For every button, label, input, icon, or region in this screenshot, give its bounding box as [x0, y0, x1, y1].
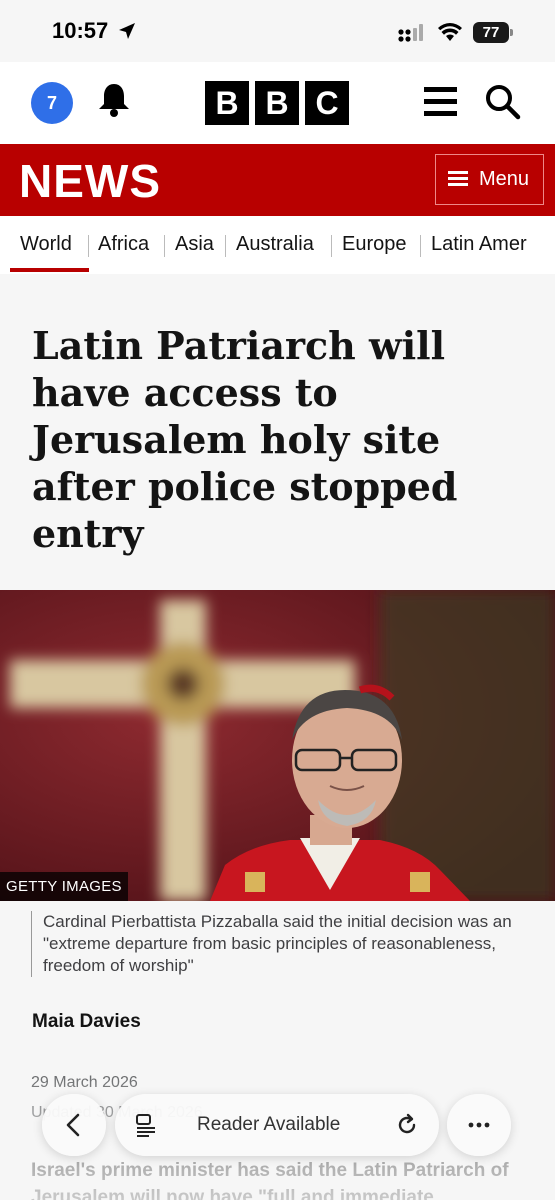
cellular-signal-icon — [398, 24, 423, 42]
nav-item-europe[interactable]: Europe — [342, 233, 407, 256]
wifi-icon — [438, 23, 462, 41]
news-logo[interactable]: NEWS — [19, 154, 161, 208]
ellipsis-icon — [468, 1122, 490, 1128]
more-options-button[interactable] — [447, 1094, 511, 1156]
article-hero-image — [0, 590, 555, 901]
battery-icon: 77 — [473, 22, 513, 43]
nav-item-latin-america[interactable]: Latin Amer — [431, 233, 527, 256]
status-time: 10:57 — [52, 18, 109, 43]
menu-label: Menu — [479, 168, 530, 190]
chevron-left-icon — [66, 1113, 80, 1137]
news-banner: NEWS Menu — [0, 144, 555, 216]
reader-available-label: Reader Available — [197, 1114, 341, 1135]
bell-icon[interactable] — [97, 82, 131, 118]
image-caption: Cardinal Pierbattista Pizzaballa said th… — [31, 911, 531, 977]
article-date: 29 March 2026 — [31, 1074, 138, 1091]
image-credit: GETTY IMAGES — [0, 872, 128, 901]
notification-count-badge[interactable]: 7 — [31, 82, 73, 124]
reader-mode-button[interactable]: Reader Available — [115, 1094, 439, 1156]
search-icon[interactable] — [485, 84, 521, 120]
article-lede: Israel's prime minister has said the Lat… — [31, 1160, 509, 1200]
nav-item-world[interactable]: World — [20, 233, 72, 256]
article-author[interactable]: Maia Davies — [32, 1011, 141, 1033]
hamburger-menu-icon[interactable] — [424, 87, 457, 117]
section-nav: World Africa Asia Australia Europe Latin… — [0, 216, 555, 274]
nav-item-africa[interactable]: Africa — [98, 233, 149, 256]
nav-item-australia[interactable]: Australia — [236, 233, 314, 256]
menu-button[interactable]: Menu — [435, 154, 544, 205]
back-button[interactable] — [42, 1094, 106, 1156]
reload-icon[interactable] — [395, 1113, 419, 1137]
reader-mode-icon — [136, 1114, 155, 1137]
bbc-logo[interactable]: B B C — [205, 81, 349, 125]
location-arrow-icon — [119, 23, 135, 39]
menu-icon — [448, 171, 468, 187]
bbc-header: 7 B B C — [0, 62, 555, 144]
status-bar: 10:57 77 — [0, 0, 555, 62]
battery-level: 77 — [473, 22, 509, 43]
nav-item-asia[interactable]: Asia — [175, 233, 214, 256]
nav-active-indicator — [10, 268, 89, 272]
article-headline: Latin Patriarch will have access to Jeru… — [32, 323, 458, 556]
